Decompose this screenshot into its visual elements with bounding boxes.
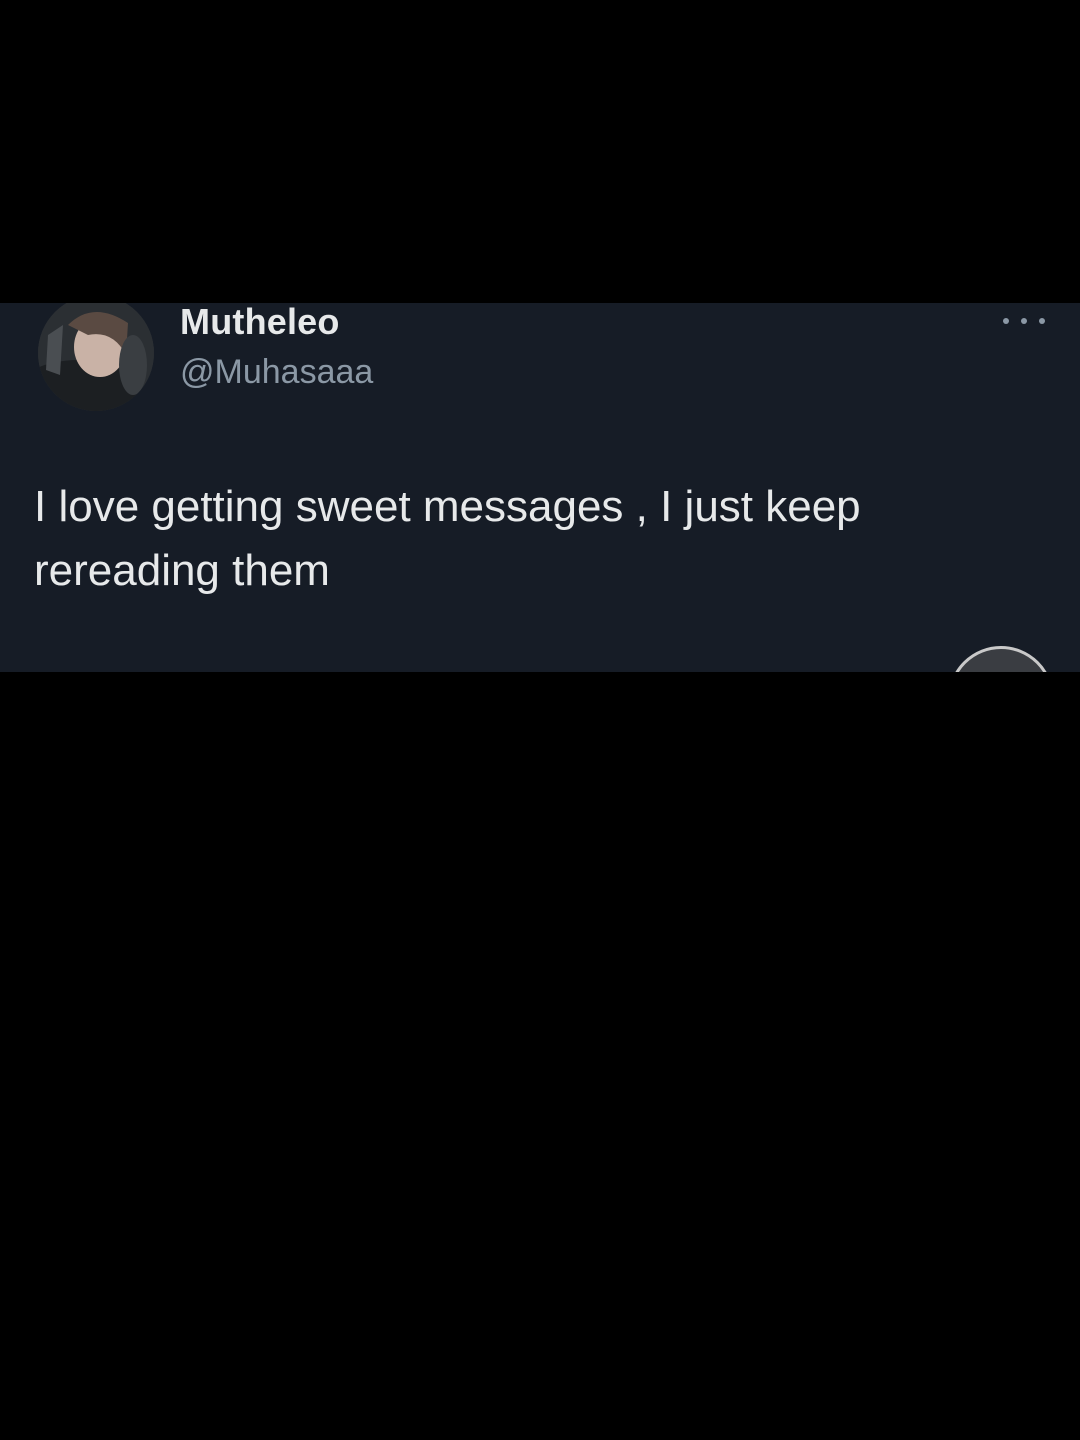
display-name[interactable]: Mutheleo: [180, 303, 340, 343]
more-dot: [1003, 318, 1009, 324]
more-dot: [1021, 318, 1027, 324]
tweet-card[interactable]: Mutheleo @Muhasaaa I love getting sweet …: [0, 303, 1080, 672]
more-dot: [1039, 318, 1045, 324]
user-handle[interactable]: @Muhasaaa: [180, 353, 373, 392]
more-options-icon[interactable]: [1003, 315, 1045, 327]
avatar-photo-icon: [38, 303, 154, 411]
reply-avatar[interactable]: [948, 646, 1054, 672]
user-avatar[interactable]: [38, 303, 154, 411]
tweet-text: I love getting sweet messages , I just k…: [34, 482, 861, 595]
